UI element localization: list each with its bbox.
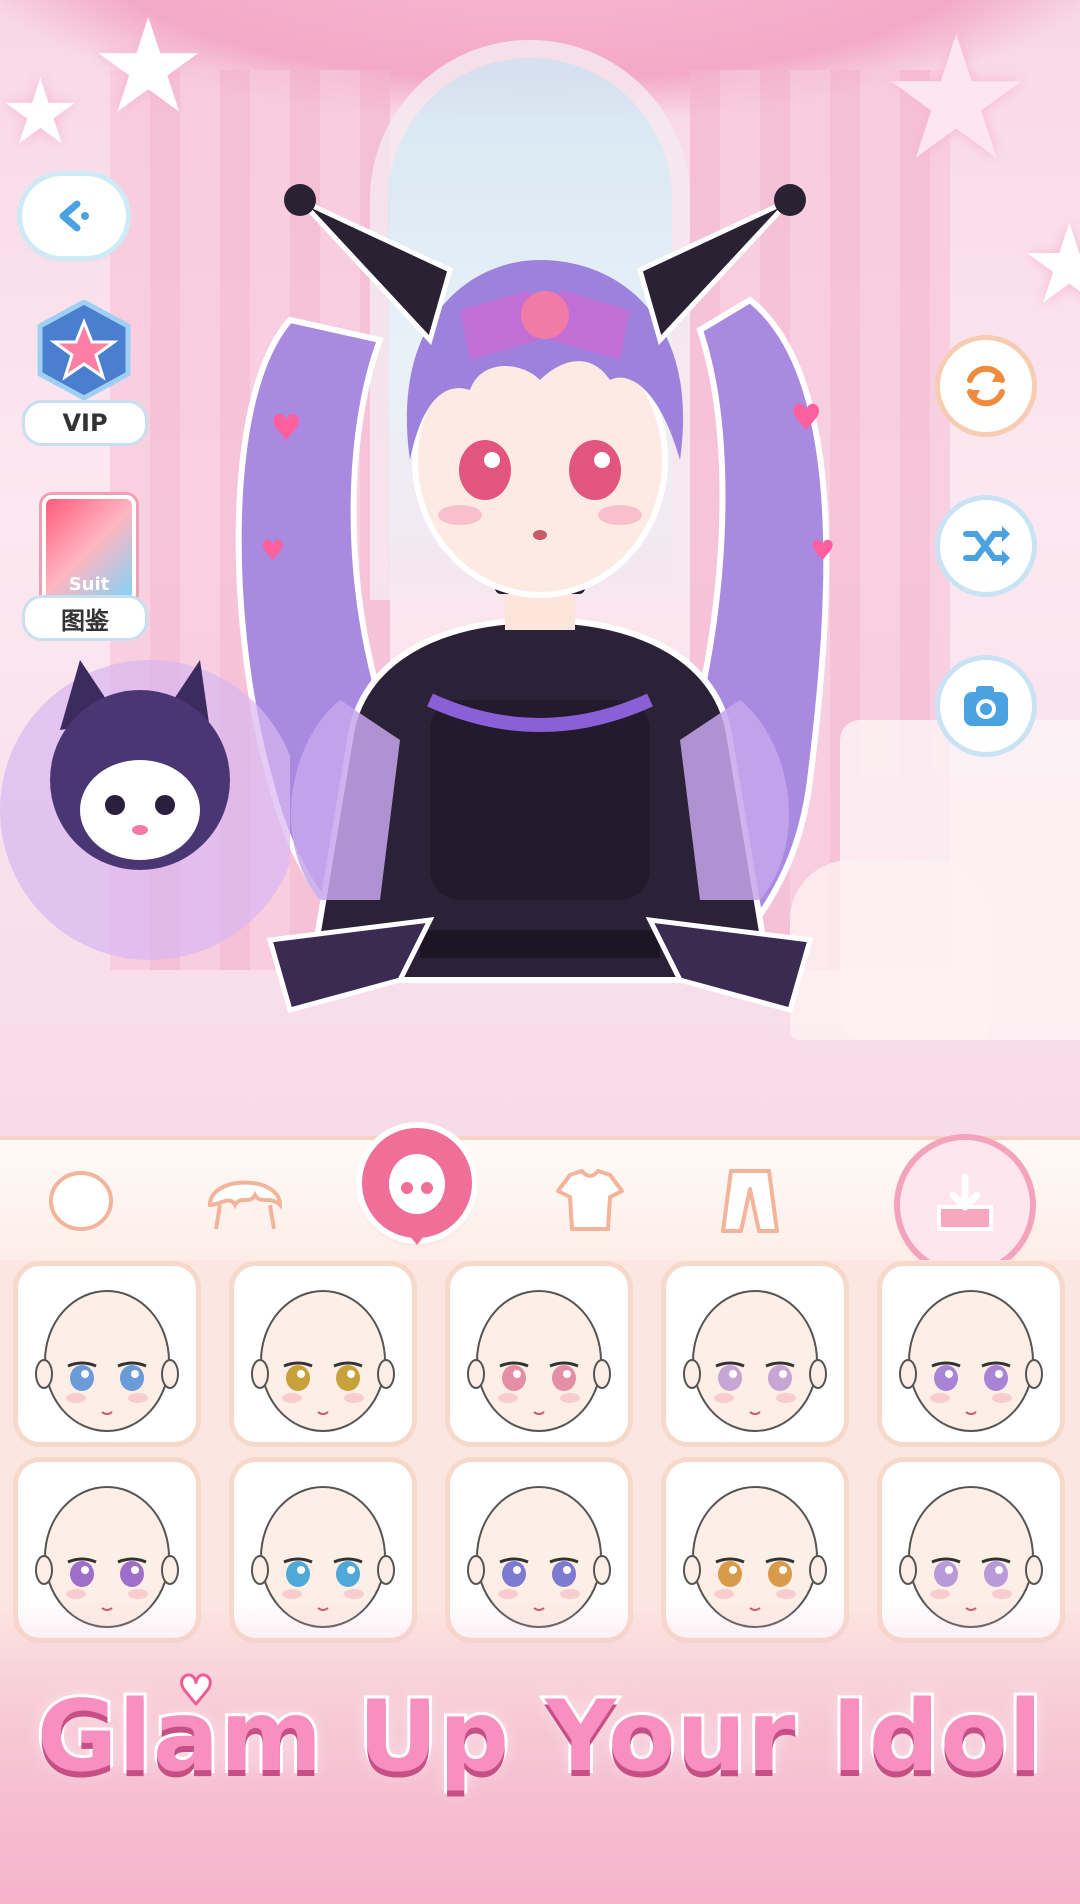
face-preview-icon (251, 1290, 395, 1432)
back-button[interactable] (22, 176, 126, 256)
face-icon (389, 1154, 445, 1214)
character-avatar[interactable]: ♥ ♥ ♥ ♥ (230, 140, 850, 1140)
back-arrow-icon (59, 200, 89, 232)
suit-book-icon: Suit (42, 495, 136, 603)
face-preview-icon (35, 1290, 179, 1432)
star-decoration: ★ (1020, 200, 1080, 328)
face-option-card[interactable] (666, 1266, 844, 1442)
save-button[interactable] (900, 1140, 1030, 1270)
category-tab-base[interactable] (36, 1160, 126, 1240)
face-preview-icon (683, 1290, 827, 1432)
face-preview-icon (899, 1290, 1043, 1432)
vip-star-icon (37, 300, 131, 400)
face-option-card[interactable] (450, 1266, 628, 1442)
plush-mascot (0, 660, 290, 960)
vip-label: VIP (22, 400, 148, 446)
star-decoration: ★ (880, 0, 1033, 198)
category-tab-bottom[interactable] (705, 1160, 795, 1240)
camera-button[interactable] (940, 660, 1032, 752)
svg-text:♥: ♥ (790, 398, 822, 439)
head-icon (49, 1171, 113, 1231)
pants-icon (721, 1169, 779, 1233)
category-tab-face[interactable] (362, 1128, 472, 1245)
face-option-card[interactable] (882, 1266, 1060, 1442)
promo-banner-title: Glam Up Your Idol (34, 1677, 1045, 1797)
vip-button[interactable]: VIP (22, 300, 148, 450)
shuffle-icon (963, 526, 1010, 566)
hair-icon (207, 1180, 283, 1230)
svg-text:♥: ♥ (270, 408, 302, 449)
category-tab-hair[interactable] (200, 1160, 290, 1240)
collection-label: 图鉴 (22, 595, 148, 641)
collection-button[interactable]: Suit 图鉴 (22, 495, 148, 645)
refresh-icon (967, 365, 1005, 407)
svg-text:♥: ♥ (810, 534, 835, 567)
reset-button[interactable] (940, 340, 1032, 432)
face-option-card[interactable] (18, 1266, 196, 1442)
face-preview-icon (467, 1290, 611, 1432)
face-option-card[interactable] (234, 1266, 412, 1442)
download-tray-icon (937, 1173, 993, 1231)
svg-text:♥: ♥ (260, 534, 285, 567)
random-outfit-button[interactable] (940, 500, 1032, 592)
camera-icon (964, 686, 1008, 726)
shirt-icon (556, 1169, 624, 1231)
star-decoration: ★ (90, 0, 207, 142)
category-tab-top[interactable] (545, 1160, 635, 1240)
star-decoration: ★ (0, 60, 81, 165)
suit-badge-text: Suit (68, 574, 110, 595)
